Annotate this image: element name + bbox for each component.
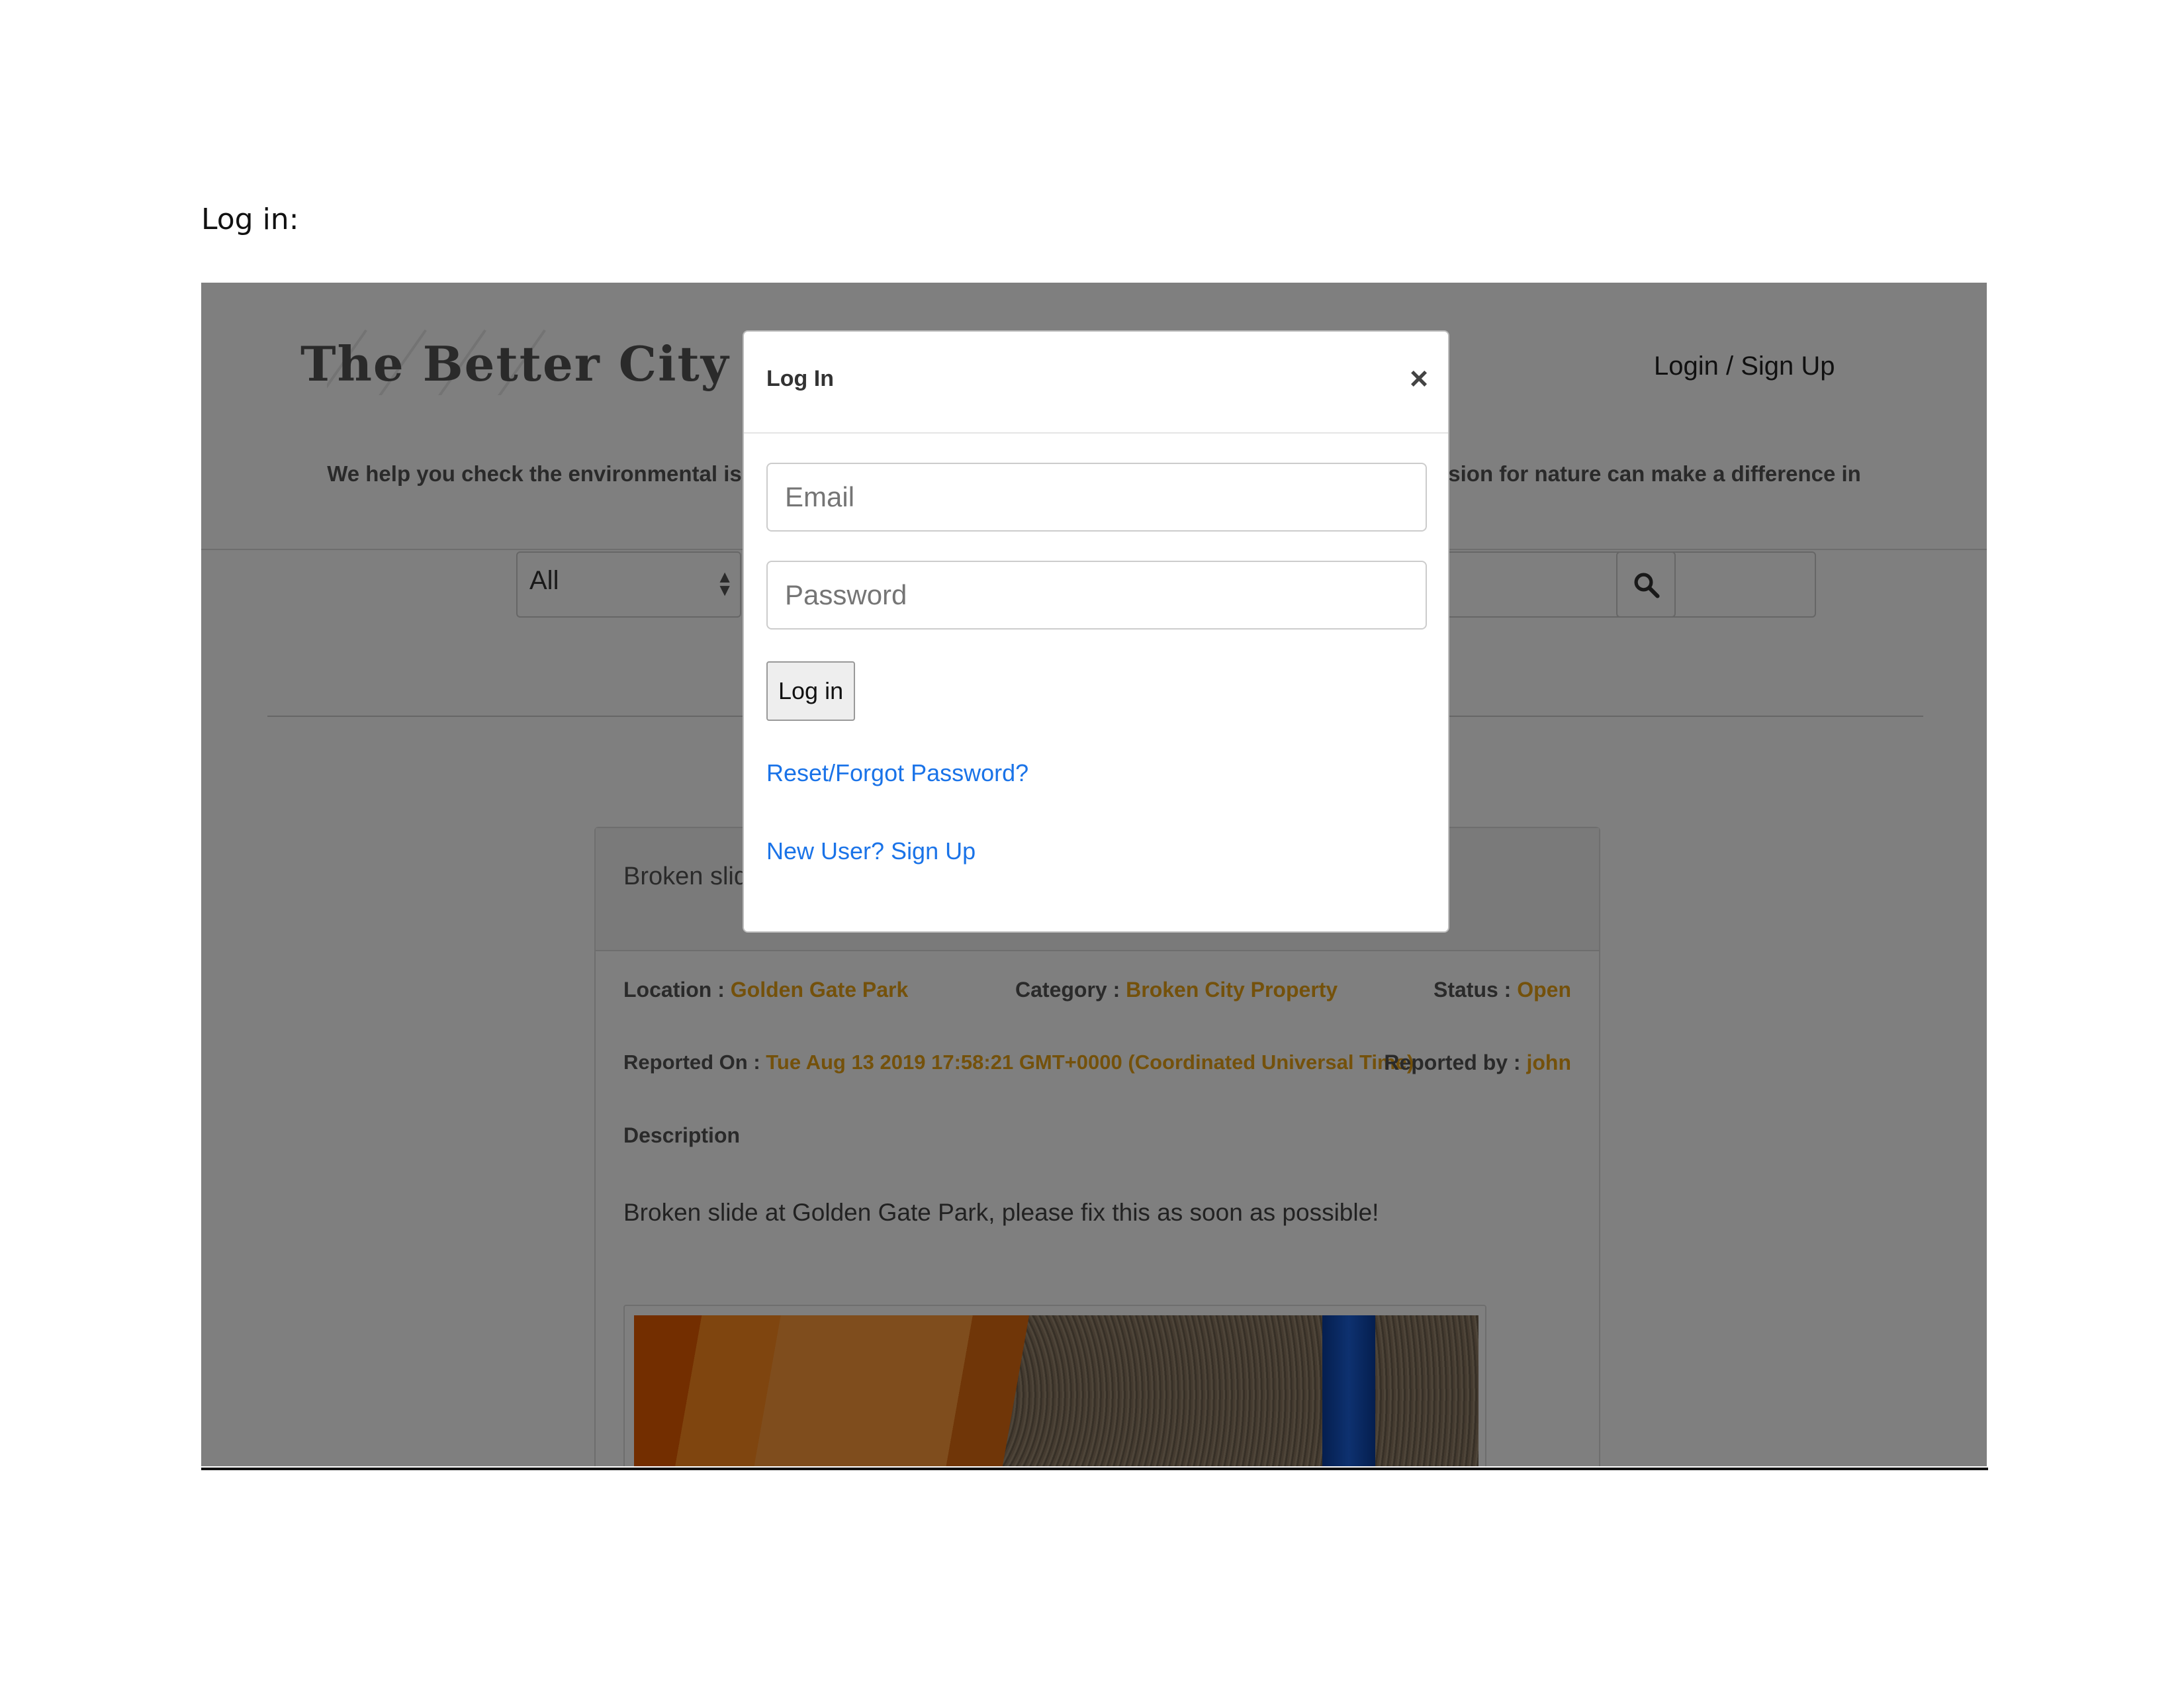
forgot-password-link[interactable]: Reset/Forgot Password? <box>766 759 1028 787</box>
document-label: Log in: <box>201 203 299 236</box>
login-modal: Log In × Log in Reset/Forgot Password? N… <box>743 330 1449 933</box>
signup-link[interactable]: New User? Sign Up <box>766 837 976 865</box>
password-field[interactable] <box>766 561 1427 630</box>
bottom-rule <box>201 1468 1988 1470</box>
modal-title: Log In <box>766 366 834 391</box>
login-button[interactable]: Log in <box>766 661 856 721</box>
close-icon[interactable]: × <box>1410 363 1428 395</box>
modal-header: Log In × <box>744 332 1448 434</box>
email-field[interactable] <box>766 463 1427 532</box>
screenshot: The Better City Login / Sign Up We help … <box>201 283 1987 1466</box>
